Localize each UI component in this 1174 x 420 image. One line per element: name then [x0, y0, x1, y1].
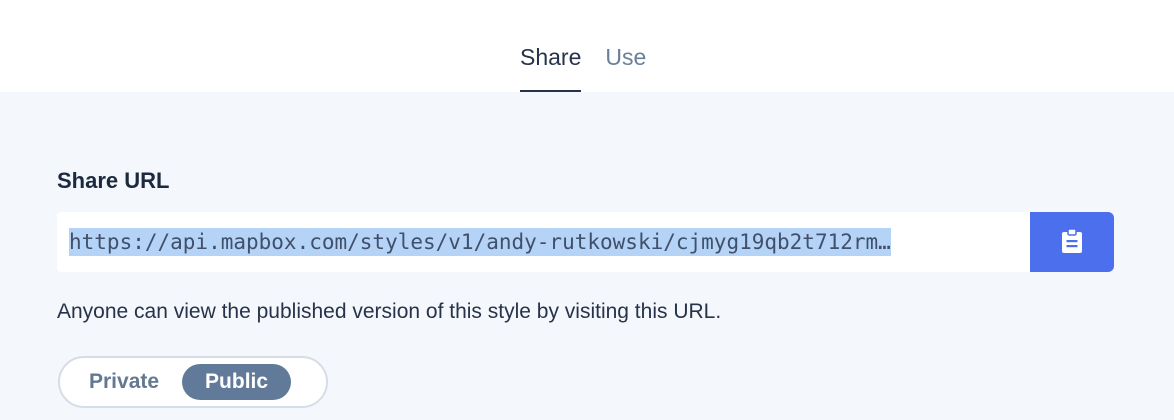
share-panel: Share URL https://api.mapbox.com/styles/… — [0, 92, 1174, 420]
public-option[interactable]: Public — [182, 364, 292, 400]
tab-header: Share Use — [0, 0, 1174, 92]
share-description: Anyone can view the published version of… — [57, 300, 722, 323]
visibility-toggle[interactable]: Private Public — [58, 356, 328, 408]
tab-bar: Share Use — [520, 40, 646, 92]
share-url-text[interactable]: https://api.mapbox.com/styles/v1/andy-ru… — [69, 228, 891, 256]
share-url-row: https://api.mapbox.com/styles/v1/andy-ru… — [57, 212, 1114, 272]
tab-use[interactable]: Use — [605, 40, 646, 92]
clipboard-icon — [1061, 227, 1083, 257]
share-url-field[interactable]: https://api.mapbox.com/styles/v1/andy-ru… — [57, 212, 1030, 272]
copy-url-button[interactable] — [1030, 212, 1114, 272]
private-option[interactable]: Private — [66, 364, 182, 400]
share-url-heading: Share URL — [57, 168, 170, 193]
tab-share[interactable]: Share — [520, 40, 582, 92]
